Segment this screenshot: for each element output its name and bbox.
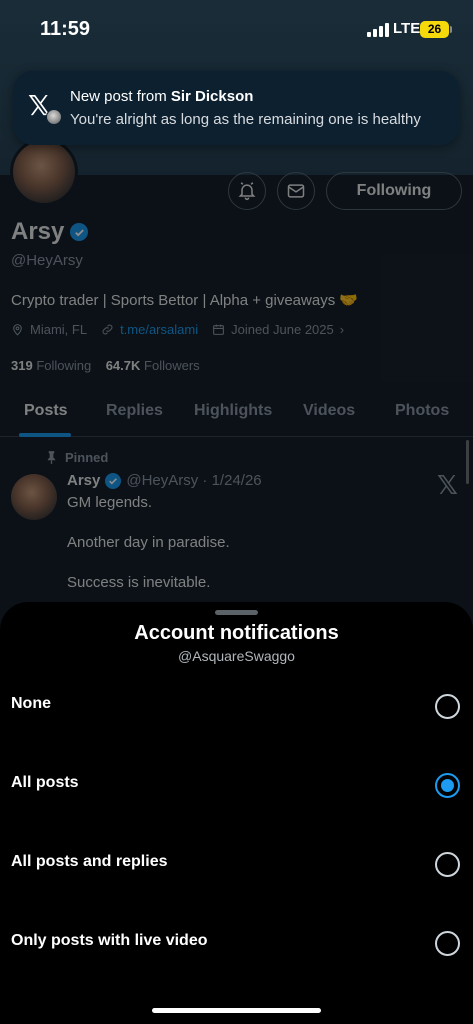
option-none[interactable]: None [0, 677, 473, 737]
home-indicator[interactable] [152, 1008, 321, 1013]
notification-title-prefix: New post from [70, 88, 171, 105]
status-time: 11:59 [40, 18, 91, 40]
radio-button[interactable] [435, 852, 460, 877]
option-all-posts[interactable]: All posts [0, 756, 473, 816]
account-notifications-sheet: Account notifications @AsquareSwaggo Non… [0, 602, 473, 1024]
option-label: None [11, 695, 51, 712]
radio-button[interactable] [435, 931, 460, 956]
option-live-video[interactable]: Only posts with live video [0, 914, 473, 974]
sender-avatar [46, 109, 62, 125]
battery-icon: 26 [420, 21, 449, 38]
option-label: Only posts with live video [11, 932, 208, 949]
option-label: All posts and replies [11, 853, 168, 870]
notification-sender: Sir Dickson [170, 88, 254, 105]
sheet-grabber[interactable] [215, 610, 258, 615]
notification-title: New post from Sir Dickson [70, 88, 253, 105]
radio-button[interactable] [435, 694, 460, 719]
option-label: All posts [11, 774, 79, 791]
radio-button-selected[interactable] [435, 773, 460, 798]
x-app-icon: 𝕏 [28, 90, 62, 125]
signal-icon [367, 23, 389, 37]
battery-tip [450, 26, 452, 33]
option-all-posts-and-replies[interactable]: All posts and replies [0, 835, 473, 895]
notification-body: You're alright as long as the remaining … [70, 111, 421, 128]
status-bar: 11:59 LTE 26 [0, 0, 473, 58]
sheet-subtitle: @AsquareSwaggo [178, 648, 295, 664]
sheet-title: Account notifications [134, 622, 339, 644]
push-notification[interactable]: 𝕏 New post from Sir Dickson You're alrig… [13, 71, 460, 145]
network-type: LTE [393, 20, 421, 37]
